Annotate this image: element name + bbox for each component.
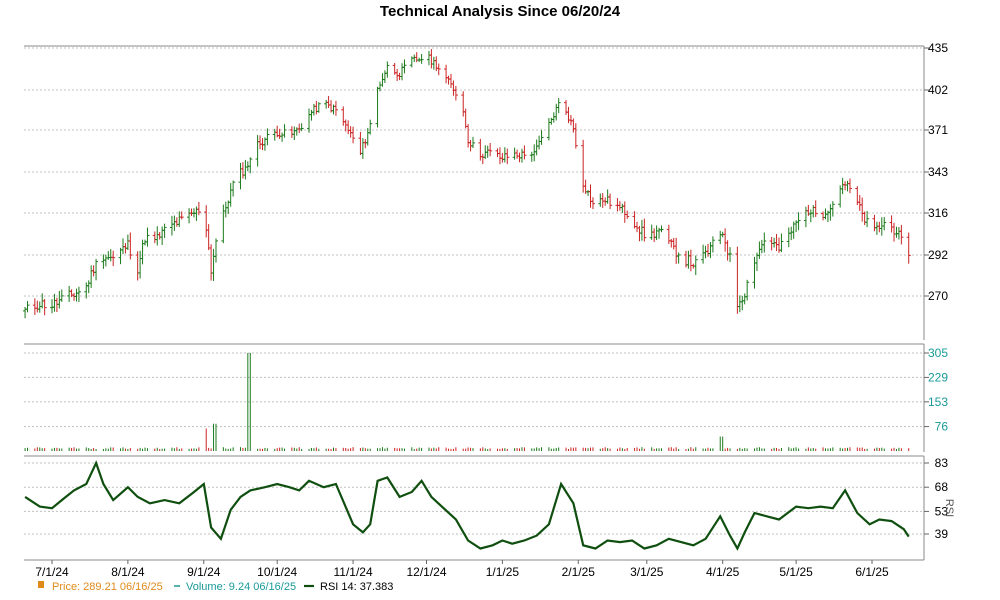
y-tick-label: 39 <box>935 527 949 541</box>
x-tick-label: 8/1/24 <box>111 565 145 579</box>
y-tick-label: 316 <box>928 206 948 220</box>
y-tick-label: 305 <box>928 346 948 360</box>
rsi-grid <box>24 462 924 535</box>
chart-canvas: Technical Analysis Since 06/20/24 270 292… <box>23 3 955 593</box>
x-tick-label: 10/1/24 <box>257 565 297 579</box>
x-tick-label: 9/1/24 <box>187 565 221 579</box>
y-tick-label: 292 <box>928 248 948 262</box>
x-axis-ticks: 7/1/24 8/1/24 9/1/24 10/1/24 11/1/24 12/1/24 1… <box>35 560 889 579</box>
rsi-legend-text: RSI 14: 37.383 <box>320 581 393 593</box>
rsi-axis-label: RSI <box>943 499 955 517</box>
y-tick-label: 371 <box>928 123 948 137</box>
rsi-line <box>24 460 910 551</box>
y-tick-label: 343 <box>928 165 948 179</box>
x-tick-label: 1/1/25 <box>486 565 520 579</box>
chart-title: Technical Analysis Since 06/20/24 <box>380 3 621 20</box>
x-tick-label: 11/1/24 <box>333 565 372 579</box>
y-tick-label: 83 <box>935 456 949 470</box>
y-tick-label: 153 <box>928 395 948 409</box>
price-panel: 270 292 316 343 371 402 435 <box>23 41 948 340</box>
x-tick-label: 6/1/25 <box>855 565 889 579</box>
rsi-panel: 39536883 RSI <box>24 455 955 561</box>
price-bars <box>23 49 911 319</box>
y-tick-label: 76 <box>935 420 949 434</box>
y-tick-label: 229 <box>928 370 948 384</box>
price-y-ticks: 270 292 316 343 371 402 435 <box>924 41 948 303</box>
volume-panel: 76 153 229 305 <box>24 343 948 452</box>
y-tick-label: 68 <box>935 480 949 494</box>
x-tick-label: 4/1/25 <box>706 565 740 579</box>
x-tick-label: 3/1/25 <box>630 565 664 579</box>
x-tick-label: 5/1/25 <box>779 565 813 579</box>
volume-legend-text: Volume: 9.24 06/16/25 <box>186 581 296 593</box>
price-legend-text: Price: 289.21 06/16/25 <box>52 581 163 593</box>
volume-y-ticks: 76 153 229 305 <box>924 346 948 434</box>
legend: Price: 289.21 06/16/25 Volume: 9.24 06/1… <box>38 581 393 593</box>
y-tick-label: 402 <box>928 83 948 97</box>
x-tick-label: 7/1/24 <box>35 565 69 579</box>
price-grid <box>24 47 924 297</box>
y-tick-label: 270 <box>928 289 948 303</box>
volume-grid <box>24 352 924 428</box>
x-tick-label: 12/1/24 <box>406 565 446 579</box>
y-tick-label: 435 <box>928 41 948 55</box>
price-legend-marker <box>38 581 44 588</box>
x-tick-label: 2/1/25 <box>562 565 596 579</box>
